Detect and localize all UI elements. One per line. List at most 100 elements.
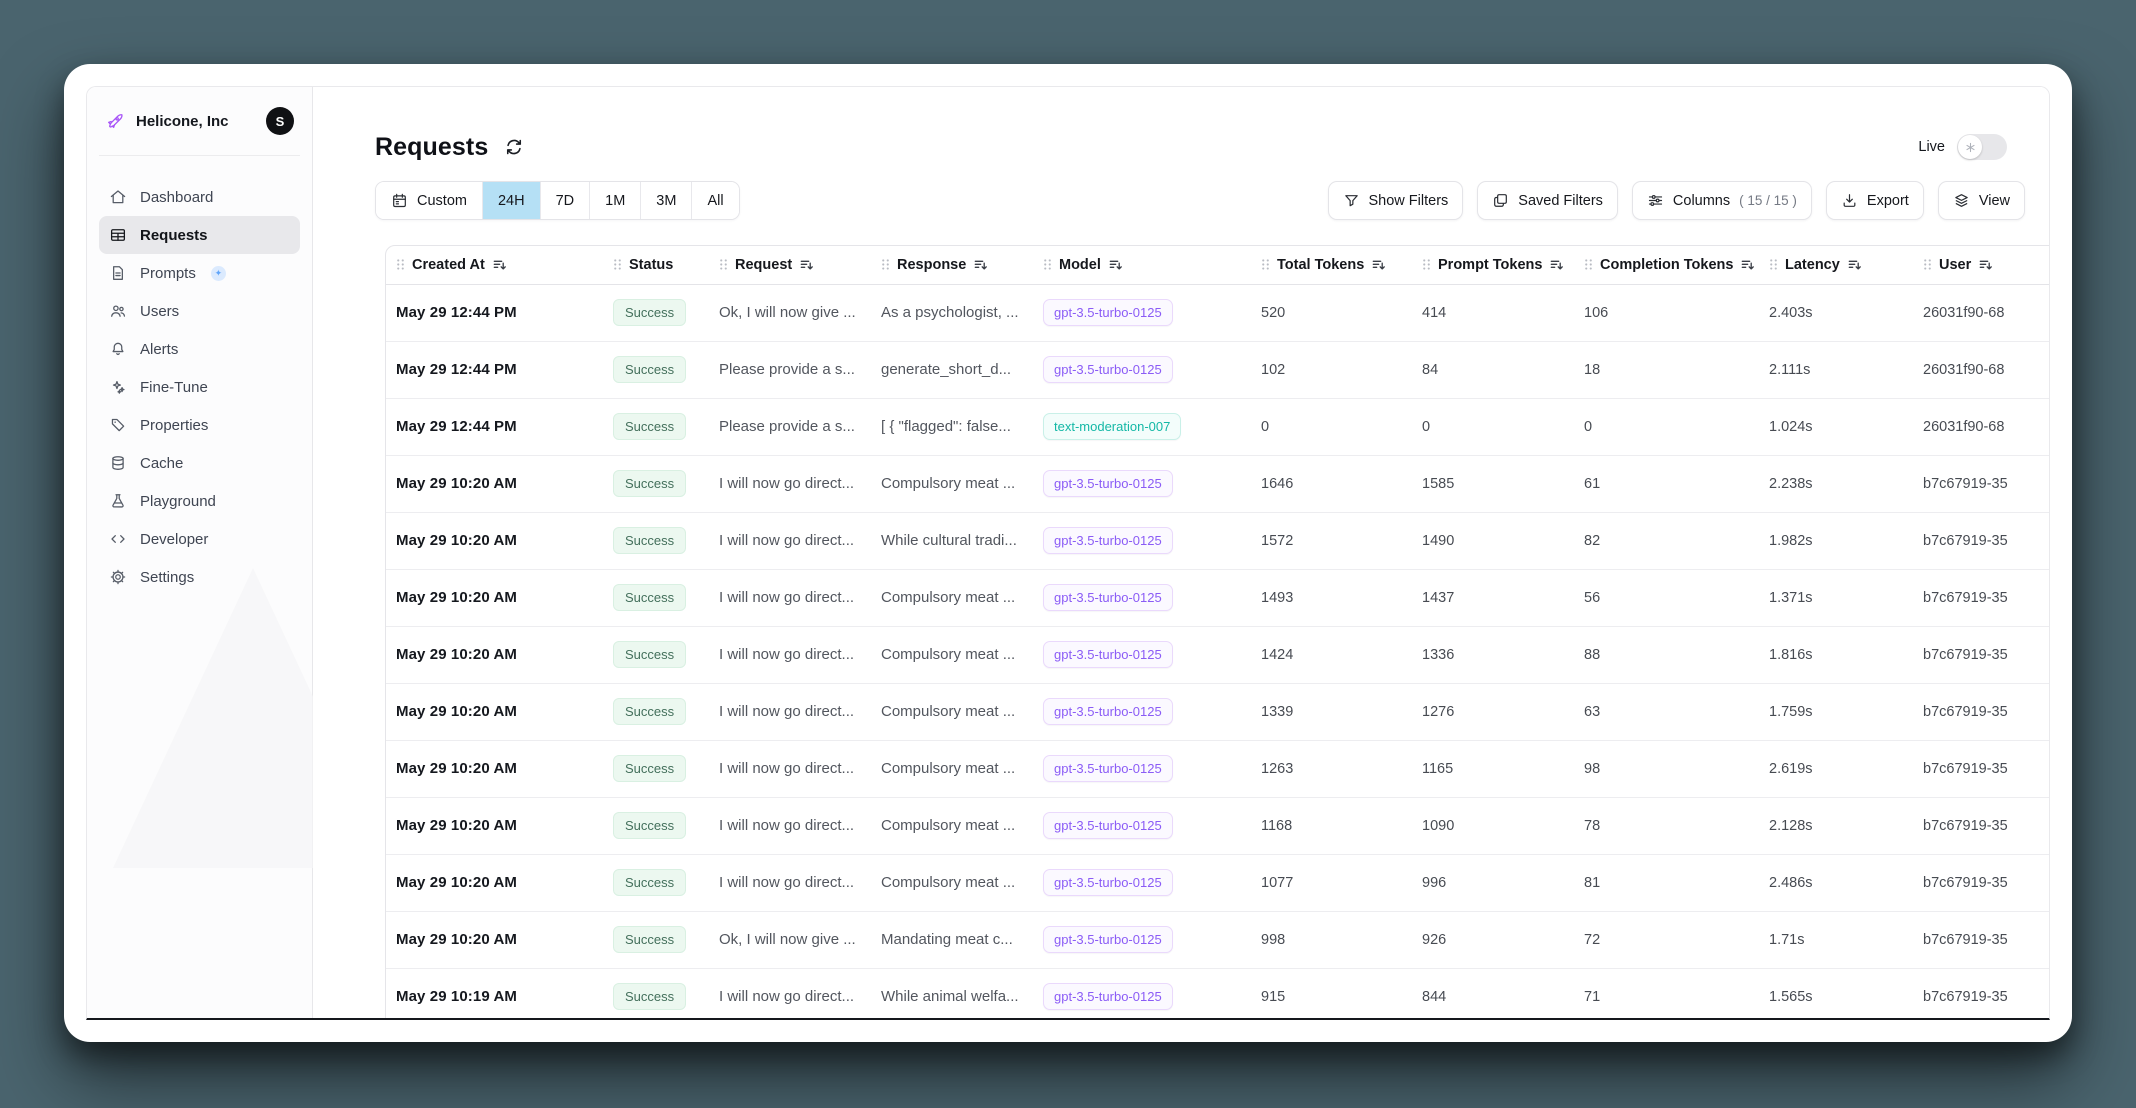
drag-handle-icon[interactable] [719, 258, 728, 271]
drag-handle-icon[interactable] [1422, 258, 1431, 271]
column-header-latency[interactable]: Latency [1759, 246, 1913, 284]
column-label: Prompt Tokens [1438, 257, 1542, 273]
total-tokens-cell: 1263 [1251, 740, 1412, 797]
prompt-tokens-cell: 1336 [1412, 626, 1574, 683]
view-button[interactable]: View [1938, 181, 2025, 220]
column-header-completion-tokens[interactable]: Completion Tokens [1574, 246, 1759, 284]
column-header-total-tokens[interactable]: Total Tokens [1251, 246, 1412, 284]
refresh-button[interactable] [504, 136, 526, 158]
latency-cell: 1.371s [1759, 569, 1913, 626]
completion-tokens-cell: 106 [1574, 284, 1759, 341]
column-header-status[interactable]: Status [603, 246, 709, 284]
time-filter-all[interactable]: All [691, 182, 738, 219]
sidebar-item-alerts[interactable]: Alerts [99, 330, 300, 368]
total-tokens-cell: 1168 [1251, 797, 1412, 854]
table-row[interactable]: May 29 10:20 AMSuccessI will now go dire… [386, 797, 2049, 854]
prompt-tokens-cell: 1165 [1412, 740, 1574, 797]
table-row[interactable]: May 29 10:20 AMSuccessI will now go dire… [386, 455, 2049, 512]
request-preview-cell: I will now go direct... [709, 797, 871, 854]
live-toggle[interactable] [1957, 134, 2007, 160]
drag-handle-icon[interactable] [1923, 258, 1932, 271]
sidebar-item-requests[interactable]: Requests [99, 216, 300, 254]
column-header-prompt-tokens[interactable]: Prompt Tokens [1412, 246, 1574, 284]
drag-handle-icon[interactable] [1043, 258, 1052, 271]
tag-icon [109, 416, 127, 434]
sort-icon[interactable] [1740, 257, 1756, 273]
model-badge: gpt-3.5-turbo-0125 [1043, 470, 1173, 497]
sparkle-icon [1964, 141, 1977, 154]
model-badge: gpt-3.5-turbo-0125 [1043, 698, 1173, 725]
sort-icon[interactable] [1847, 257, 1863, 273]
table-row[interactable]: May 29 10:20 AMSuccessI will now go dire… [386, 569, 2049, 626]
sort-icon[interactable] [1108, 257, 1124, 273]
drag-handle-icon[interactable] [881, 258, 890, 271]
drag-handle-icon[interactable] [1261, 258, 1270, 271]
sidebar-item-users[interactable]: Users [99, 292, 300, 330]
sort-icon[interactable] [1549, 257, 1565, 273]
view-label: View [1979, 193, 2010, 209]
created-at-cell: May 29 10:20 AM [386, 911, 603, 968]
org-name: Helicone, Inc [136, 113, 255, 130]
table-row[interactable]: May 29 10:20 AMSuccessI will now go dire… [386, 854, 2049, 911]
time-filter-24h[interactable]: 24H [482, 182, 540, 219]
column-header-created-at[interactable]: Created At [386, 246, 603, 284]
time-filter-1m[interactable]: 1M [589, 182, 640, 219]
model-badge: gpt-3.5-turbo-0125 [1043, 641, 1173, 668]
sidebar-item-playground[interactable]: Playground [99, 482, 300, 520]
column-header-model[interactable]: Model [1033, 246, 1251, 284]
org-switcher[interactable]: Helicone, Inc S [99, 99, 300, 156]
sort-icon[interactable] [973, 257, 989, 273]
status-cell: Success [603, 797, 709, 854]
saved-filters-button[interactable]: Saved Filters [1477, 181, 1618, 220]
columns-button[interactable]: Columns ( 15 / 15 ) [1632, 181, 1812, 220]
response-preview-cell: generate_short_d... [871, 341, 1033, 398]
sidebar-item-settings[interactable]: Settings [99, 558, 300, 596]
sort-icon[interactable] [492, 257, 508, 273]
model-cell: gpt-3.5-turbo-0125 [1033, 455, 1251, 512]
response-preview-cell: Compulsory meat ... [871, 740, 1033, 797]
drag-handle-icon[interactable] [396, 258, 405, 271]
drag-handle-icon[interactable] [1584, 258, 1593, 271]
drag-handle-icon[interactable] [613, 258, 622, 271]
user-avatar[interactable]: S [266, 107, 294, 135]
table-row[interactable]: May 29 12:44 PMSuccessPlease provide a s… [386, 341, 2049, 398]
show-filters-button[interactable]: Show Filters [1328, 181, 1464, 220]
latency-cell: 2.128s [1759, 797, 1913, 854]
time-filter-custom[interactable]: Custom [376, 182, 482, 219]
time-filter-7d[interactable]: 7D [540, 182, 590, 219]
sort-icon[interactable] [799, 257, 815, 273]
latency-cell: 2.486s [1759, 854, 1913, 911]
export-button[interactable]: Export [1826, 181, 1924, 220]
table-row[interactable]: May 29 10:20 AMSuccessI will now go dire… [386, 512, 2049, 569]
latency-cell: 2.238s [1759, 455, 1913, 512]
time-filter-3m[interactable]: 3M [640, 182, 691, 219]
table-row[interactable]: May 29 10:20 AMSuccessI will now go dire… [386, 683, 2049, 740]
sort-icon[interactable] [1978, 257, 1994, 273]
gear-icon [109, 568, 127, 586]
column-header-user[interactable]: User [1913, 246, 2049, 284]
user-id-cell: b7c67919-35 [1913, 455, 2049, 512]
column-header-request[interactable]: Request [709, 246, 871, 284]
drag-handle-icon[interactable] [1769, 258, 1778, 271]
prompt-tokens-cell: 1276 [1412, 683, 1574, 740]
sidebar-item-properties[interactable]: Properties [99, 406, 300, 444]
sort-icon[interactable] [1371, 257, 1387, 273]
table-row[interactable]: May 29 10:20 AMSuccessOk, I will now giv… [386, 911, 2049, 968]
table-row[interactable]: May 29 12:44 PMSuccessPlease provide a s… [386, 398, 2049, 455]
sidebar-item-fine-tune[interactable]: Fine-Tune [99, 368, 300, 406]
column-label: Completion Tokens [1600, 257, 1733, 273]
table-row[interactable]: May 29 10:19 AMSuccessI will now go dire… [386, 968, 2049, 1018]
model-cell: gpt-3.5-turbo-0125 [1033, 284, 1251, 341]
sidebar-item-prompts[interactable]: Prompts✦ [99, 254, 300, 292]
column-header-response[interactable]: Response [871, 246, 1033, 284]
model-cell: gpt-3.5-turbo-0125 [1033, 911, 1251, 968]
table-row[interactable]: May 29 12:44 PMSuccessOk, I will now giv… [386, 284, 2049, 341]
completion-tokens-cell: 81 [1574, 854, 1759, 911]
table-row[interactable]: May 29 10:20 AMSuccessI will now go dire… [386, 626, 2049, 683]
sidebar-item-cache[interactable]: Cache [99, 444, 300, 482]
sidebar-item-label: Dashboard [140, 189, 213, 206]
sidebar-item-dashboard[interactable]: Dashboard [99, 178, 300, 216]
sidebar: Helicone, Inc S Dashboard RequestsPrompts… [87, 87, 313, 1018]
sidebar-item-developer[interactable]: Developer [99, 520, 300, 558]
table-row[interactable]: May 29 10:20 AMSuccessI will now go dire… [386, 740, 2049, 797]
